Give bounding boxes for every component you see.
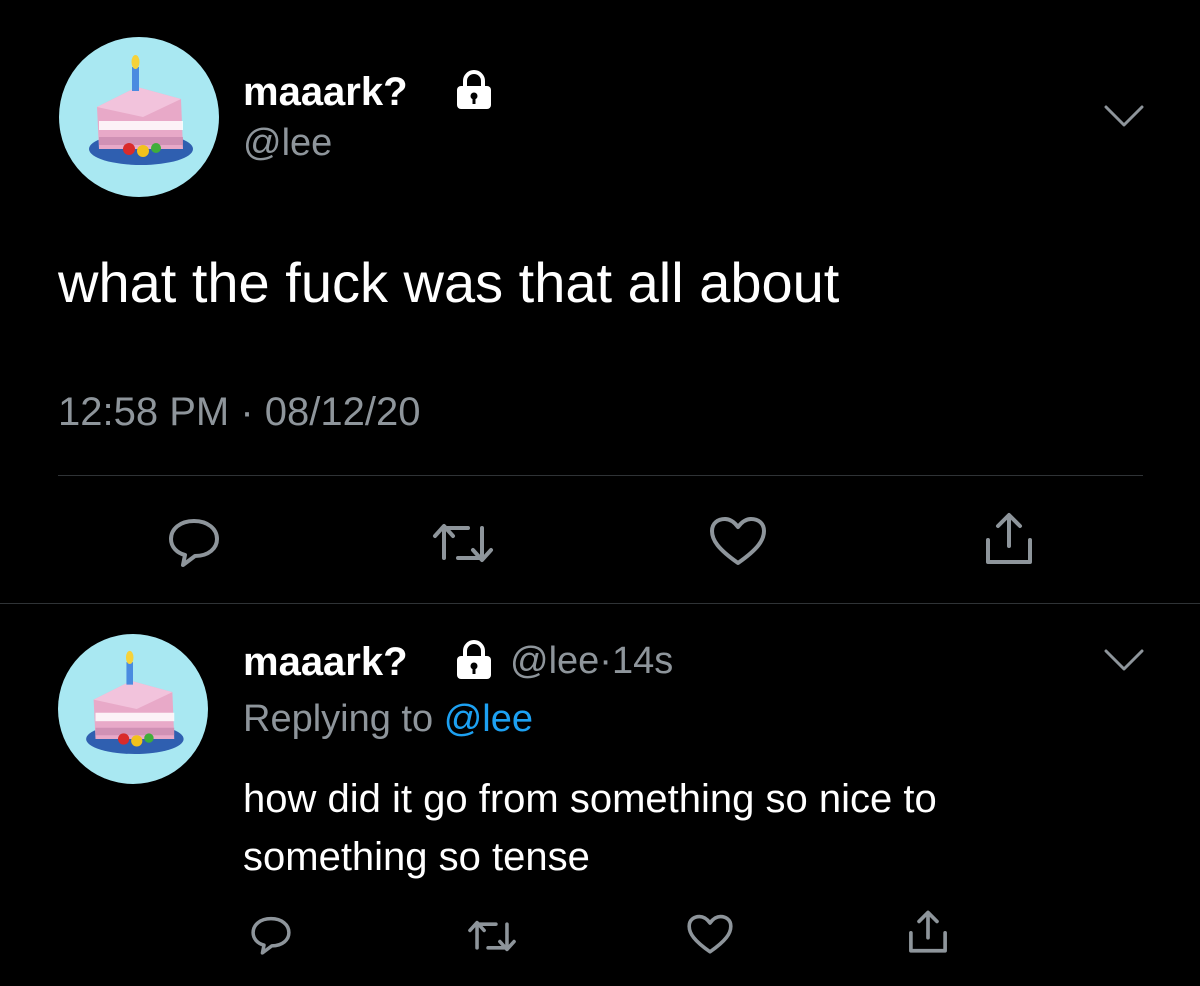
mention-link[interactable]: @lee (444, 698, 533, 740)
retweet-icon[interactable] (466, 916, 518, 956)
chevron-down-icon[interactable] (1103, 103, 1145, 129)
reply-icon[interactable] (248, 914, 294, 956)
display-name[interactable]: maaark? (243, 640, 408, 685)
handle[interactable]: @lee (243, 122, 332, 165)
lock-icon (457, 640, 491, 679)
retweet-icon[interactable] (430, 518, 496, 568)
birthday-cake-icon (86, 650, 184, 754)
replying-prefix: Replying to (243, 698, 434, 740)
chevron-down-icon[interactable] (1103, 647, 1145, 673)
handle[interactable]: @lee (510, 640, 599, 682)
replying-to: Replying to @lee (243, 698, 533, 741)
share-icon[interactable] (982, 510, 1036, 568)
birthday-cake-icon (89, 55, 193, 165)
avatar[interactable] (59, 37, 219, 197)
like-icon[interactable] (708, 516, 768, 568)
tweet-age[interactable]: 14s (612, 640, 673, 682)
avatar[interactable] (58, 634, 208, 784)
reply-icon[interactable] (165, 515, 223, 569)
like-icon[interactable] (686, 914, 734, 956)
divider (0, 603, 1200, 604)
tweet-text: what the fuck was that all about (58, 251, 840, 314)
reply-text-line: something so tense (243, 835, 590, 879)
reply-text-line: how did it go from something so nice to (243, 777, 937, 821)
separator: · (599, 640, 612, 682)
reply-text: how did it go from something so nice to … (243, 770, 1143, 886)
display-name[interactable]: maaark? (243, 70, 408, 115)
share-icon[interactable] (906, 908, 950, 956)
timestamp[interactable]: 12:58 PM · 08/12/20 (58, 390, 420, 435)
divider (58, 475, 1143, 476)
lock-icon (457, 70, 491, 109)
reply-meta: @lee·14s (510, 640, 673, 683)
